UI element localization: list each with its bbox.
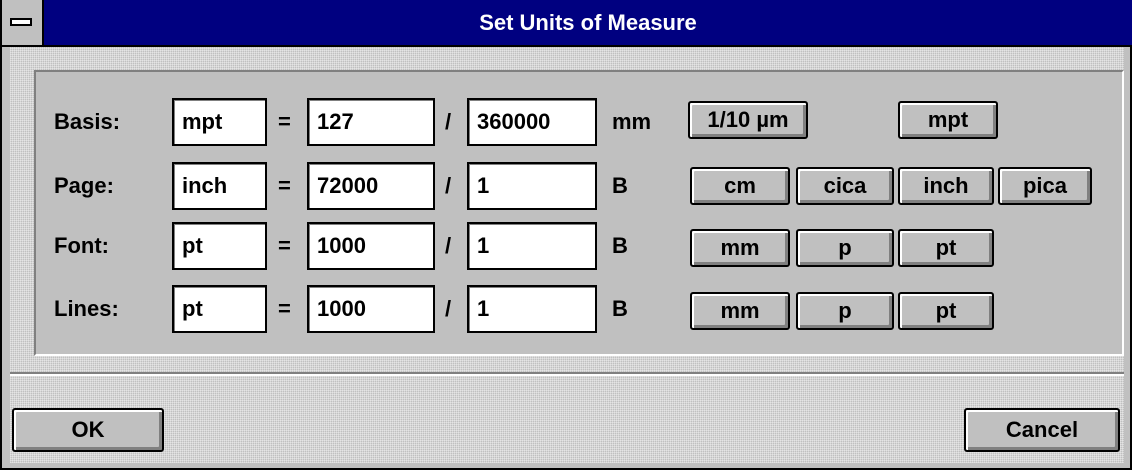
page-button-cica[interactable]: cica [796,167,894,205]
basis-unit-suffix: mm [612,109,652,134]
font-button-pt[interactable]: pt [898,229,994,267]
page-slash: / [445,173,452,198]
font-button-mm[interactable]: mm [690,229,790,267]
cancel-button[interactable]: Cancel [964,408,1120,452]
ok-button[interactable]: OK [12,408,164,452]
page-denominator-field[interactable]: 1 [467,162,597,210]
page-numerator-field[interactable]: 72000 [307,162,435,210]
basis-button-mpt[interactable]: mpt [898,101,998,139]
font-equals-sign: = [278,233,291,258]
system-menu-button[interactable] [2,0,44,45]
basis-slash: / [445,109,452,134]
dialog-window: Set Units of Measure Basis: mpt = 127 / … [0,0,1132,470]
lines-equals-sign: = [278,296,291,321]
font-unit-suffix: B [612,233,628,258]
page-unit-name-field[interactable]: inch [172,162,267,210]
font-button-p[interactable]: p [796,229,894,267]
page-button-pica[interactable]: pica [998,167,1092,205]
lines-button-pt[interactable]: pt [898,292,994,330]
lines-slash: / [445,296,452,321]
font-unit-name-field[interactable]: pt [172,222,267,270]
basis-label: Basis: [54,109,121,134]
system-menu-icon [10,18,32,26]
page-equals-sign: = [278,173,291,198]
footer-separator [10,372,1124,376]
font-denominator-field[interactable]: 1 [467,222,597,270]
lines-button-mm[interactable]: mm [690,292,790,330]
window-title: Set Units of Measure [479,10,697,35]
page-button-inch[interactable]: inch [898,167,994,205]
page-label: Page: [54,173,114,198]
font-slash: / [445,233,452,258]
basis-button-tenth-micrometer[interactable]: 1/10 µm [688,101,808,139]
basis-numerator-field[interactable]: 127 [307,98,435,146]
page-button-cm[interactable]: cm [690,167,790,205]
lines-denominator-field[interactable]: 1 [467,285,597,333]
basis-equals-sign: = [278,109,291,134]
page-unit-suffix: B [612,173,628,198]
lines-button-p[interactable]: p [796,292,894,330]
lines-unit-name-field[interactable]: pt [172,285,267,333]
basis-denominator-field[interactable]: 360000 [467,98,597,146]
basis-unit-name-field[interactable]: mpt [172,98,267,146]
title-bar[interactable]: Set Units of Measure [2,0,1132,47]
font-numerator-field[interactable]: 1000 [307,222,435,270]
lines-numerator-field[interactable]: 1000 [307,285,435,333]
font-label: Font: [54,233,109,258]
lines-label: Lines: [54,296,119,321]
lines-unit-suffix: B [612,296,628,321]
